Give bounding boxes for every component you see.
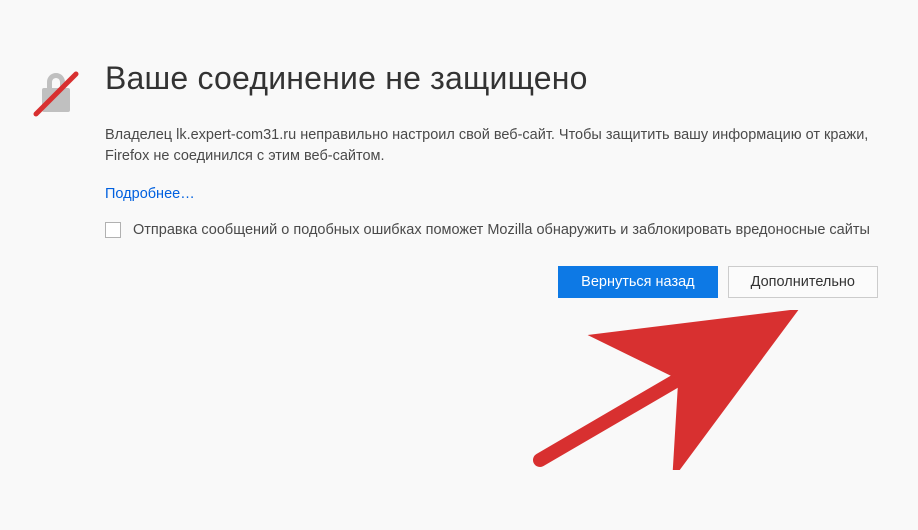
error-description: Владелец lk.expert-com31.ru неправильно … [105, 125, 878, 167]
report-errors-checkbox[interactable] [105, 222, 121, 238]
learn-more-link[interactable]: Подробнее… [105, 186, 195, 202]
report-errors-row: Отправка сообщений о подобных ошибках по… [105, 220, 878, 240]
go-back-button[interactable]: Вернуться назад [558, 266, 717, 298]
report-errors-label: Отправка сообщений о подобных ошибках по… [133, 220, 870, 240]
insecure-lock-icon [30, 68, 105, 125]
advanced-button[interactable]: Дополнительно [728, 266, 878, 298]
page-title: Ваше соединение не защищено [105, 60, 878, 97]
